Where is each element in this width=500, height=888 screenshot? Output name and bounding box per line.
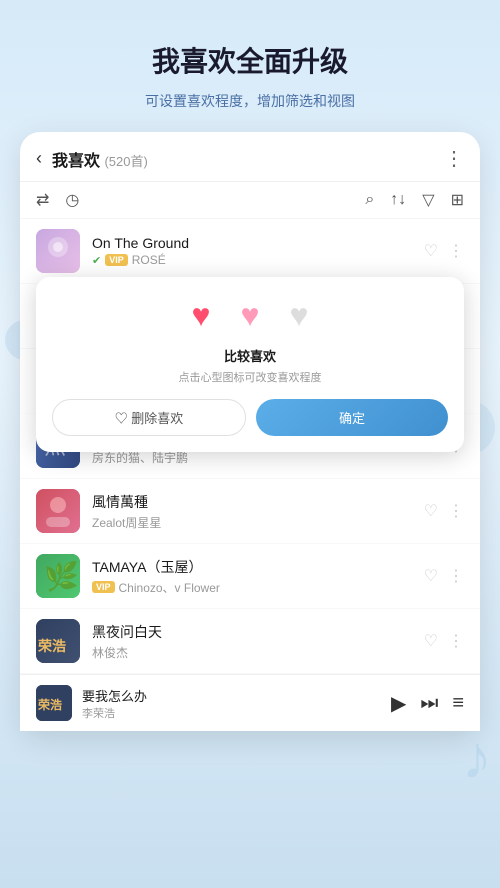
heart-icon-5[interactable]: ♡ <box>424 501 438 521</box>
header-section: 我喜欢全面升级 可设置喜欢程度，增加筛选和视图 <box>0 0 500 132</box>
song-actions-1: ♡ ⋮ <box>424 241 464 261</box>
playlist-count: (520首) <box>104 154 147 169</box>
song-artist-6: VIP Chinozo、v Flower <box>92 579 412 596</box>
shuffle-icon[interactable]: ⇄ <box>36 190 49 210</box>
song-name-5: 風情萬種 <box>92 492 412 512</box>
heart-icon-1[interactable]: ♡ <box>424 241 438 261</box>
song-more-7[interactable]: ⋮ <box>448 631 464 651</box>
song-actions-7: ♡ ⋮ <box>424 631 464 651</box>
heart-half-icon: ♥ <box>241 297 260 334</box>
heart-option-half[interactable]: ♥ <box>241 297 260 334</box>
playlist-button[interactable]: ≡ <box>452 692 464 715</box>
song-info-1: On The Ground ✔ VIP ROSÉ <box>92 235 412 267</box>
song-more-6[interactable]: ⋮ <box>448 566 464 586</box>
next-button[interactable]: ⏭ <box>420 692 438 715</box>
song-info-6: TAMAYA（玉屋） VIP Chinozo、v Flower <box>92 557 412 596</box>
song-name-1: On The Ground <box>92 235 412 251</box>
heart-option-empty[interactable]: ♥ <box>290 297 309 334</box>
vip-badge-6: VIP <box>92 581 115 593</box>
bottom-player: 荣浩 要我怎么办 李荣浩 ▶ ⏭ ≡ <box>20 674 480 731</box>
song-item-6[interactable]: 🌿 TAMAYA（玉屋） VIP Chinozo、v Flower ♡ ⋮ <box>20 544 480 609</box>
vip-badge-1: VIP <box>105 254 128 266</box>
main-card: ‹ 我喜欢 (520首) ⋮ ⇄ ◷ ⌕ ↑↓ ▽ ⊞ <box>20 132 480 731</box>
heart-empty-icon: ♥ <box>290 297 309 334</box>
song-artist-1: ✔ VIP ROSÉ <box>92 253 412 267</box>
song-info-7: 黑夜问白天 林俊杰 <box>92 622 412 661</box>
heart-icon-7[interactable]: ♡ <box>424 631 438 651</box>
player-info: 要我怎么办 李荣浩 <box>82 686 391 721</box>
song-artist-7: 林俊杰 <box>92 644 412 661</box>
player-title: 要我怎么办 <box>82 686 391 705</box>
playlist-name: 我喜欢 <box>52 153 100 170</box>
card-header: ‹ 我喜欢 (520首) ⋮ <box>20 132 480 182</box>
song-actions-6: ♡ ⋮ <box>424 566 464 586</box>
artist-name-1: ROSÉ <box>132 253 166 267</box>
svg-text:荣浩: 荣浩 <box>37 638 66 654</box>
player-controls: ▶ ⏭ ≡ <box>391 691 464 716</box>
main-title: 我喜欢全面升级 <box>30 40 470 80</box>
sub-title-text: 可设置喜欢程度，增加筛选和视图 <box>145 90 355 112</box>
sub-title: 可设置喜欢程度，增加筛选和视图 <box>30 90 470 112</box>
play-button[interactable]: ▶ <box>391 691 406 716</box>
popup-actions: ♡ 删除喜欢 确定 <box>52 399 448 436</box>
history-icon[interactable]: ◷ <box>65 190 79 210</box>
heart-icon-6[interactable]: ♡ <box>424 566 438 586</box>
player-cover: 荣浩 <box>36 685 72 721</box>
song-more-5[interactable]: ⋮ <box>448 501 464 521</box>
song-cover-7: 荣浩 <box>36 619 80 663</box>
song-item-5[interactable]: 風情萬種 Zealot周星星 ♡ ⋮ <box>20 479 480 544</box>
filter-icon[interactable]: ▽ <box>422 190 434 210</box>
search-icon[interactable]: ⌕ <box>365 191 374 209</box>
artist-name-7: 林俊杰 <box>92 644 128 661</box>
song-name-6: TAMAYA（玉屋） <box>92 557 412 577</box>
song-item-1[interactable]: On The Ground ✔ VIP ROSÉ ♡ ⋮ <box>20 219 480 284</box>
like-popup: ♥ ♥ ♥ 比较喜欢 点击心型图标可改变喜欢程度 ♡ 删除喜欢 确定 <box>36 277 464 452</box>
song-cover-5 <box>36 489 80 533</box>
view-icon[interactable]: ⊞ <box>451 190 464 210</box>
song-item-7[interactable]: 荣浩 黑夜问白天 林俊杰 ♡ ⋮ <box>20 609 480 674</box>
playlist-title: 我喜欢 (520首) <box>52 147 444 171</box>
verified-icon-1: ✔ <box>92 254 101 267</box>
delete-like-button[interactable]: ♡ 删除喜欢 <box>52 399 246 436</box>
confirm-button[interactable]: 确定 <box>256 399 448 436</box>
player-artist: 李荣浩 <box>82 705 391 721</box>
card-more-button[interactable]: ⋮ <box>444 146 464 171</box>
artist-name-5: Zealot周星星 <box>92 514 161 531</box>
deco-text-large: ♪ <box>462 728 492 788</box>
song-cover-1 <box>36 229 80 273</box>
song-info-5: 風情萬種 Zealot周星星 <box>92 492 412 531</box>
svg-text:🌿: 🌿 <box>44 560 79 593</box>
popup-label: 比较喜欢 <box>52 346 448 365</box>
popup-hint: 点击心型图标可改变喜欢程度 <box>52 369 448 385</box>
song-artist-5: Zealot周星星 <box>92 514 412 531</box>
heart-full-icon: ♥ <box>192 297 211 334</box>
artist-name-6: Chinozo、v Flower <box>119 579 220 596</box>
back-button[interactable]: ‹ <box>36 148 42 169</box>
svg-text:荣浩: 荣浩 <box>37 697 62 712</box>
song-more-1[interactable]: ⋮ <box>448 241 464 261</box>
sort-icon[interactable]: ↑↓ <box>390 191 406 209</box>
song-name-7: 黑夜问白天 <box>92 622 412 642</box>
heart-options: ♥ ♥ ♥ <box>52 297 448 334</box>
song-actions-5: ♡ ⋮ <box>424 501 464 521</box>
song-cover-6: 🌿 <box>36 554 80 598</box>
toolbar: ⇄ ◷ ⌕ ↑↓ ▽ ⊞ <box>20 182 480 219</box>
heart-option-full[interactable]: ♥ <box>192 297 211 334</box>
